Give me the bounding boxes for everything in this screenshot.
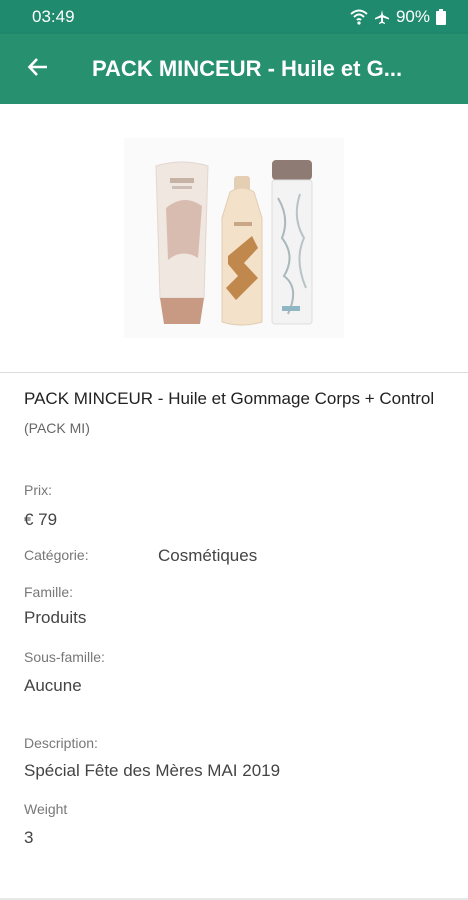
divider bbox=[0, 372, 468, 373]
family-label: Famille: bbox=[24, 584, 74, 600]
subfamily-label: Sous-famille: bbox=[24, 649, 105, 665]
wifi-icon bbox=[350, 9, 368, 25]
weight-value: 3 bbox=[24, 828, 34, 847]
description-value: Spécial Fête des Mères MAI 2019 bbox=[24, 761, 281, 780]
battery-percent: 90% bbox=[395, 7, 430, 26]
arrow-left-icon bbox=[26, 55, 50, 84]
description-label: Description: bbox=[24, 735, 98, 751]
product-bottles-illustration bbox=[124, 138, 344, 338]
status-time: 03:49 bbox=[32, 7, 75, 26]
status-bar: 03:49 90% bbox=[0, 0, 468, 34]
page-title: PACK MINCEUR - Huile et G... bbox=[92, 56, 403, 81]
category-label: Catégorie: bbox=[24, 547, 89, 563]
status-icons: 90% bbox=[350, 7, 446, 27]
back-button[interactable] bbox=[14, 45, 62, 93]
category-value: Cosmétiques bbox=[158, 546, 258, 565]
weight-label: Weight bbox=[24, 801, 68, 817]
subfamily-value: Aucune bbox=[24, 676, 82, 695]
app-bar: PACK MINCEUR - Huile et G... bbox=[0, 34, 468, 104]
product-code: (PACK MI) bbox=[24, 420, 90, 436]
airplane-icon bbox=[374, 9, 390, 25]
price-label: Prix: bbox=[24, 482, 52, 498]
price-value: € 79 bbox=[24, 510, 58, 529]
product-image[interactable] bbox=[0, 104, 468, 372]
battery-icon bbox=[436, 9, 446, 25]
product-title-block: PACK MINCEUR - Huile et Gommage Corps + … bbox=[24, 388, 444, 436]
family-value: Produits bbox=[24, 608, 87, 627]
product-title: PACK MINCEUR - Huile et Gommage Corps + … bbox=[24, 389, 435, 408]
